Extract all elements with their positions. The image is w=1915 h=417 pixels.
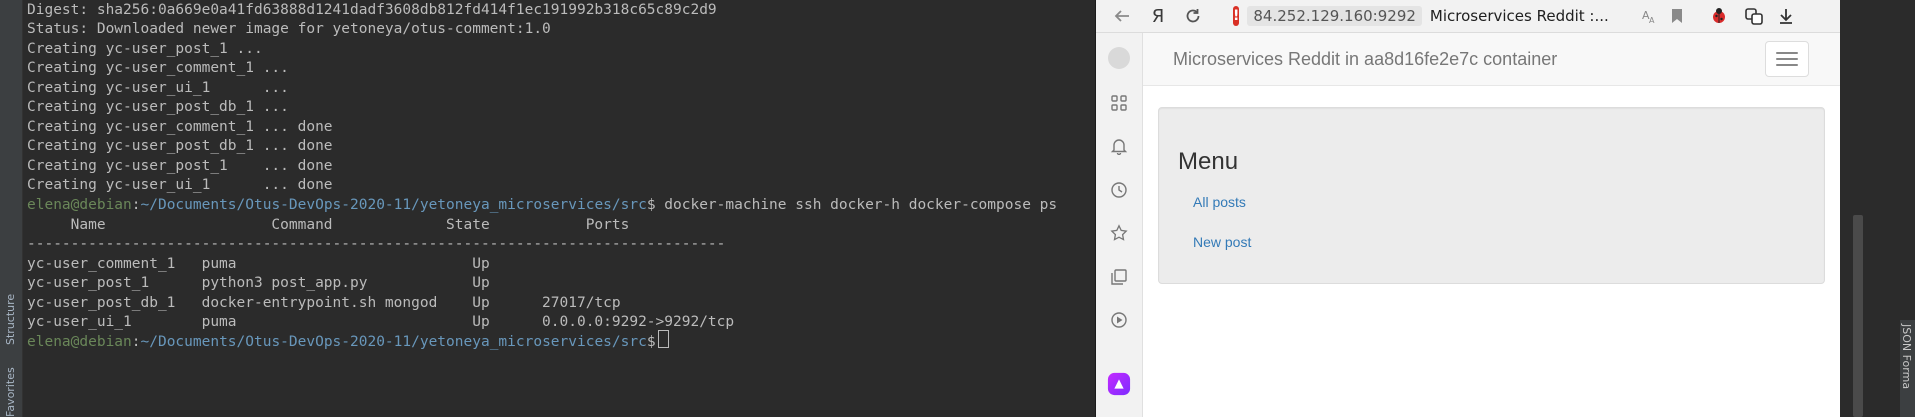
warning-icon[interactable]: ! — [1233, 6, 1240, 26]
json-formatter-tab[interactable]: JSON Forma — [1900, 320, 1915, 417]
clock-icon[interactable] — [1107, 178, 1131, 202]
collections-icon[interactable] — [1107, 265, 1131, 289]
prompt-user: elena@debian — [27, 334, 132, 350]
translate-icon[interactable] — [1742, 4, 1766, 28]
ladybug-icon[interactable] — [1707, 4, 1731, 28]
svg-text:A: A — [1649, 16, 1655, 25]
address-host: 84.252.129.160:9292 — [1247, 6, 1422, 26]
avatar-icon[interactable] — [1107, 46, 1131, 70]
apps-grid-icon[interactable] — [1107, 91, 1131, 115]
structure-tab-label: Structure — [4, 293, 17, 345]
favorites-tab-label: Favorites — [4, 367, 17, 417]
star-icon[interactable] — [1107, 221, 1131, 245]
terminal-panel[interactable]: Digest: sha256:0a669e0a41fd63888d1241dad… — [23, 0, 1095, 417]
bookmark-icon[interactable] — [1665, 4, 1689, 28]
ide-side-strip: Structure Favorites — [0, 0, 23, 417]
prompt-command: $ — [646, 334, 656, 350]
terminal-cursor — [657, 330, 669, 348]
menu-toggle-icon[interactable] — [1765, 41, 1809, 77]
menu-panel: Menu All posts New post — [1158, 107, 1825, 284]
prompt-command: $ docker-machine ssh docker-h docker-com… — [646, 197, 1058, 213]
navbar-brand[interactable]: Microservices Reddit in aa8d16fe2e7c con… — [1173, 49, 1557, 70]
json-formatter-label: JSON Forma — [1900, 324, 1913, 390]
address-bar[interactable]: ! 84.252.129.160:9292 Microservices Redd… — [1233, 4, 1609, 28]
prompt-path: ~/Documents/Otus-DevOps-2020-11/yetoneya… — [140, 197, 647, 213]
new-post-link[interactable]: New post — [1193, 234, 1251, 250]
navbar: Microservices Reddit in aa8d16fe2e7c con… — [1143, 33, 1841, 86]
scrollbar-thumb[interactable] — [1853, 215, 1863, 417]
menu-title: Menu — [1178, 148, 1239, 175]
page-title: Microservices Reddit :... — [1429, 7, 1609, 25]
web-page: Microservices Reddit in aa8d16fe2e7c con… — [1143, 33, 1841, 417]
yandex-logo-icon[interactable]: Я — [1146, 4, 1170, 28]
browser-window: Я ! 84.252.129.160:9292 Microservices Re… — [1095, 0, 1841, 417]
reload-icon[interactable] — [1181, 4, 1205, 28]
bell-icon[interactable] — [1107, 134, 1131, 158]
download-icon[interactable] — [1774, 4, 1798, 28]
alice-icon[interactable] — [1107, 372, 1131, 396]
all-posts-link[interactable]: All posts — [1193, 194, 1246, 210]
play-icon[interactable] — [1107, 308, 1131, 332]
back-arrow-icon[interactable] — [1110, 4, 1134, 28]
terminal-current-prompt[interactable]: elena@debian:~/Documents/Otus-DevOps-202… — [27, 330, 669, 354]
browser-toolbar: Я ! 84.252.129.160:9292 Microservices Re… — [1096, 0, 1841, 33]
reader-mode-icon[interactable]: AA — [1637, 4, 1661, 28]
prompt-user: elena@debian — [27, 197, 132, 213]
browser-sidebar — [1096, 33, 1143, 417]
prompt-path: ~/Documents/Otus-DevOps-2020-11/yetoneya… — [140, 334, 647, 350]
